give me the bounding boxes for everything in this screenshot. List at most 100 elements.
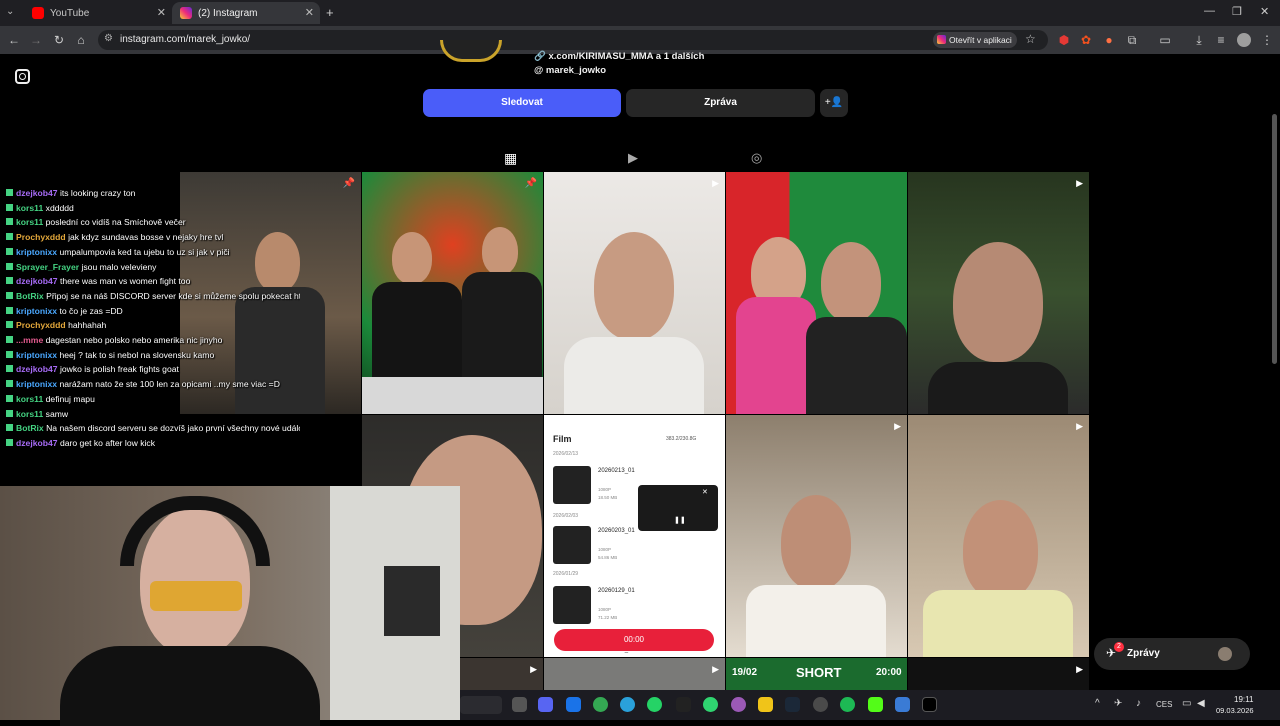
- x-icon[interactable]: [676, 697, 691, 712]
- follow-button[interactable]: Sledovat: [423, 89, 621, 117]
- back-icon[interactable]: ←: [7, 33, 21, 47]
- chat-username[interactable]: kors11: [16, 203, 43, 213]
- url-text[interactable]: instagram.com/marek_jowko/: [120, 34, 250, 45]
- open-in-app-button[interactable]: Otevřít v aplikaci: [933, 32, 1017, 48]
- spotify-icon[interactable]: [840, 697, 855, 712]
- chat-username[interactable]: dzejkob47: [16, 364, 58, 374]
- home-icon[interactable]: ⌂: [74, 33, 88, 47]
- tab-search-icon[interactable]: ⌄: [6, 6, 14, 17]
- message-button[interactable]: Zpráva: [626, 89, 815, 117]
- extension-shield-icon[interactable]: ⬢: [1057, 33, 1071, 47]
- app-purple-icon[interactable]: [731, 697, 746, 712]
- file-explorer-icon[interactable]: [758, 697, 773, 712]
- profile-link[interactable]: 🔗 x.com/KIRIMASU_MMA a 1 dalších: [534, 51, 704, 62]
- posts-grid-tab-icon[interactable]: ▦: [504, 150, 517, 167]
- grid-post[interactable]: Film 383.2/230.8G 2026/02/13 20260213_01…: [544, 415, 725, 657]
- profile-avatar[interactable]: [1237, 33, 1251, 47]
- app-green-icon[interactable]: [703, 697, 718, 712]
- chrome-icon[interactable]: [593, 697, 608, 712]
- forward-icon[interactable]: →: [29, 33, 43, 47]
- grid-post[interactable]: ▶: [726, 415, 907, 657]
- video-thumbnail[interactable]: [553, 526, 591, 564]
- add-user-button[interactable]: +👤: [820, 89, 848, 117]
- grid-post[interactable]: ▶: [544, 172, 725, 414]
- menu-kebab-icon[interactable]: ⋮: [1260, 33, 1274, 47]
- chat-username[interactable]: kors11: [16, 217, 43, 227]
- sidebar-icon[interactable]: ▭: [1158, 33, 1172, 47]
- clock-date[interactable]: 09.03.2026: [1216, 706, 1254, 715]
- chat-username[interactable]: dzejkob47: [16, 276, 58, 286]
- chat-username[interactable]: dzejkob47: [16, 438, 58, 448]
- maximize-icon[interactable]: ❐: [1232, 5, 1242, 18]
- tray-chevron-icon[interactable]: ^: [1095, 698, 1100, 709]
- bookmark-star-icon[interactable]: ☆: [1025, 32, 1036, 46]
- close-tab-icon[interactable]: ✕: [305, 6, 314, 19]
- tab-youtube[interactable]: YouTube ✕: [24, 2, 172, 24]
- extensions-puzzle-icon[interactable]: ⧉: [1125, 33, 1139, 47]
- tray-telegram-icon[interactable]: ✈: [1114, 698, 1122, 709]
- chat-username[interactable]: dzejkob47: [16, 188, 58, 198]
- chat-username[interactable]: kors11: [16, 409, 43, 419]
- profile-avatar-image[interactable]: [440, 40, 502, 62]
- chat-username[interactable]: BotRix: [16, 291, 44, 301]
- chat-username[interactable]: kriptonixx: [16, 247, 57, 257]
- telegram-icon[interactable]: [620, 697, 635, 712]
- chat-username[interactable]: Prochyxddd: [16, 232, 66, 242]
- grid-post[interactable]: ▶: [908, 415, 1089, 657]
- chat-username[interactable]: kriptonixx: [16, 306, 57, 316]
- tiktok-icon[interactable]: [922, 697, 937, 712]
- chat-username[interactable]: BotRix: [16, 423, 44, 433]
- close-icon[interactable]: ✕: [702, 488, 708, 496]
- site-info-icon[interactable]: ⚙: [104, 33, 113, 44]
- kick-icon[interactable]: [868, 697, 883, 712]
- grid-post[interactable]: 📌: [362, 172, 543, 414]
- reload-icon[interactable]: ↻: [52, 33, 66, 47]
- taskbar-search[interactable]: [460, 696, 502, 714]
- grid-post[interactable]: [726, 172, 907, 414]
- video-thumbnail[interactable]: [553, 466, 591, 504]
- network-icon[interactable]: ▭: [1182, 698, 1191, 709]
- tray-mic-icon[interactable]: ♪: [1136, 698, 1141, 709]
- downloads-icon[interactable]: ⤓: [1192, 33, 1206, 47]
- edge-icon[interactable]: [566, 697, 581, 712]
- whatsapp-icon[interactable]: [647, 697, 662, 712]
- chat-username[interactable]: kors11: [16, 394, 43, 404]
- pause-icon[interactable]: ❚❚: [674, 516, 686, 524]
- tab-instagram[interactable]: (2) Instagram ✕: [172, 2, 320, 24]
- discord-icon[interactable]: [538, 697, 553, 712]
- grid-post[interactable]: ▶: [908, 658, 1089, 690]
- extension-leaf-icon[interactable]: ✿: [1079, 33, 1093, 47]
- page-scrollbar[interactable]: [1272, 114, 1277, 364]
- chat-username[interactable]: kriptonixx: [16, 350, 57, 360]
- reels-tab-icon[interactable]: ▶: [628, 150, 638, 166]
- steam-icon[interactable]: [785, 697, 800, 712]
- instagram-logo-icon[interactable]: [15, 69, 30, 84]
- clock-time[interactable]: 19:11: [1234, 695, 1253, 704]
- close-window-icon[interactable]: ✕: [1260, 5, 1269, 18]
- video-thumbnail[interactable]: [553, 586, 591, 624]
- messages-widget[interactable]: ✈ 2 Zprávy: [1094, 638, 1250, 670]
- task-view-icon[interactable]: [512, 697, 527, 712]
- minimize-icon[interactable]: —: [1204, 5, 1215, 17]
- chat-username[interactable]: Prochyxddd: [16, 320, 66, 330]
- grid-post[interactable]: ▶: [908, 172, 1089, 414]
- close-tab-icon[interactable]: ✕: [157, 6, 166, 19]
- pip-player[interactable]: ✕ ❚❚: [638, 485, 718, 531]
- volume-icon[interactable]: ◀: [1197, 698, 1205, 709]
- record-bar[interactable]: 00:00: [554, 629, 714, 651]
- new-tab-button[interactable]: +: [326, 5, 334, 20]
- grid-post[interactable]: ▶: [460, 658, 543, 690]
- chat-username[interactable]: ...mme: [16, 335, 43, 345]
- tagged-tab-icon[interactable]: ◎: [751, 150, 762, 166]
- threads-link[interactable]: @ marek_jowko: [534, 65, 606, 76]
- extension-fire-icon[interactable]: ●: [1102, 33, 1116, 47]
- address-bar[interactable]: ⚙ instagram.com/marek_jowko/ Otevřít v a…: [98, 30, 1048, 50]
- app-blue-icon[interactable]: [895, 697, 910, 712]
- chat-username[interactable]: kriptonixx: [16, 379, 57, 389]
- grid-post[interactable]: ▶: [544, 658, 725, 690]
- grid-post[interactable]: 19/02 SHORT 20:00: [726, 658, 907, 690]
- language-indicator[interactable]: CES: [1156, 700, 1172, 709]
- chat-username[interactable]: Sprayer_Frayer: [16, 262, 79, 272]
- media-control-icon[interactable]: ≡: [1214, 33, 1228, 47]
- obs-icon[interactable]: [813, 697, 828, 712]
